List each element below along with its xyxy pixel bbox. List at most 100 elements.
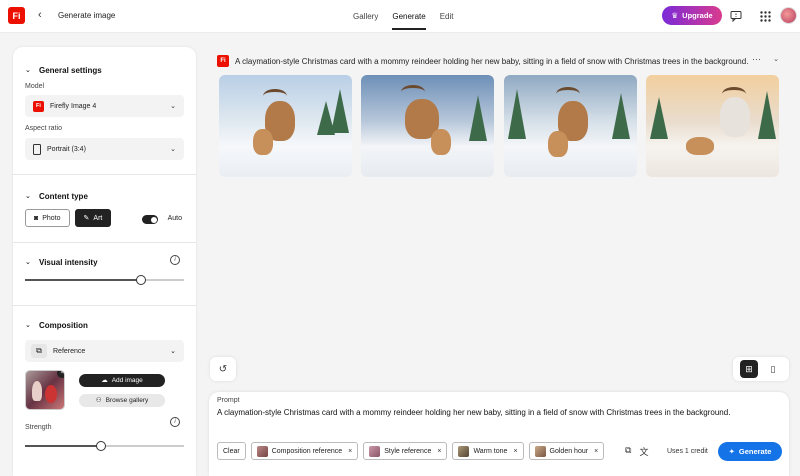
clear-button[interactable]: Clear xyxy=(217,442,246,460)
composition-heading: Composition xyxy=(39,320,88,330)
tab-edit[interactable]: Edit xyxy=(440,0,454,33)
avatar[interactable] xyxy=(780,7,797,24)
portrait-icon xyxy=(33,143,41,155)
gallery-icon: ⚇ xyxy=(95,397,102,404)
general-settings-section: ⌄ General settings Model Fi Firefly Imag… xyxy=(13,47,196,175)
more-options-icon[interactable]: ··· xyxy=(752,54,761,64)
info-icon[interactable]: i xyxy=(170,417,180,427)
reference-select[interactable]: ⧉ Reference ⌄ xyxy=(25,340,184,362)
chip-thumbnail xyxy=(369,445,381,457)
chevron-down-icon: ⌄ xyxy=(25,193,31,200)
chip-thumbnail xyxy=(256,445,268,457)
chip-label: Style reference xyxy=(384,447,432,455)
credits-info: Uses 1 credit xyxy=(667,448,708,455)
chevron-left-icon[interactable]: ‹ xyxy=(38,9,42,21)
firefly-model-icon: Fi xyxy=(33,100,44,112)
translate-icon[interactable]: 文 xyxy=(639,445,648,458)
generate-button[interactable]: ✦ Generate xyxy=(718,442,782,461)
firefly-logo[interactable]: Fi xyxy=(8,7,25,24)
model-value: Firefly Image 4 xyxy=(50,102,97,110)
upgrade-button[interactable]: ♛ Upgrade xyxy=(662,6,722,25)
auto-label: Auto xyxy=(167,215,182,222)
reference-label: Reference xyxy=(53,347,86,355)
prompt-chips: Clear Composition reference × Style refe… xyxy=(217,442,605,460)
generation-prompt-text: A claymation-style Christmas card with a… xyxy=(235,56,748,66)
chevron-down-icon: ⌄ xyxy=(25,67,31,74)
auto-toggle[interactable] xyxy=(142,215,158,224)
generation-prompt-header: Fi A claymation-style Christmas card wit… xyxy=(217,54,787,68)
firefly-logo: Fi xyxy=(217,55,229,67)
chip-label: Composition reference xyxy=(271,447,343,455)
tab-generate[interactable]: Generate xyxy=(392,0,427,33)
model-select[interactable]: Fi Firefly Image 4 ⌄ xyxy=(25,95,184,117)
slider-thumb[interactable] xyxy=(96,441,106,451)
chip-golden-hour[interactable]: Golden hour × xyxy=(528,442,605,460)
info-icon[interactable]: i xyxy=(170,255,180,265)
add-image-label: Add image xyxy=(111,376,143,384)
remove-reference-icon[interactable]: × xyxy=(57,371,64,378)
prompt-tools: ⧉ 文 xyxy=(625,445,648,458)
single-view-button[interactable]: ▯ xyxy=(764,360,782,378)
chevron-down-icon: ⌄ xyxy=(170,103,176,110)
sparkle-icon: ✦ xyxy=(728,447,735,456)
chip-label: Golden hour xyxy=(549,447,589,455)
content-type-heading: Content type xyxy=(39,191,88,201)
image-settings-icon[interactable]: ⧉ xyxy=(625,445,631,458)
chat-icon[interactable] xyxy=(729,9,743,23)
close-icon[interactable]: × xyxy=(594,448,598,455)
generate-label: Generate xyxy=(738,447,772,456)
generated-image-3[interactable] xyxy=(504,75,637,177)
chip-thumbnail xyxy=(534,445,546,457)
strength-label: Strength xyxy=(25,424,52,431)
aspect-ratio-select[interactable]: Portrait (3:4) ⌄ xyxy=(25,138,184,160)
aspect-ratio-label: Aspect ratio xyxy=(25,125,62,132)
clear-label: Clear xyxy=(223,447,240,455)
settings-panel: ⌄ General settings Model Fi Firefly Imag… xyxy=(13,47,196,476)
chevron-down-icon: ⌄ xyxy=(170,146,176,153)
generated-image-2[interactable] xyxy=(361,75,494,177)
content-type-header[interactable]: ⌄ Content type xyxy=(25,189,184,203)
apps-grid-icon[interactable] xyxy=(758,9,772,23)
add-image-button[interactable]: ☁ Add image xyxy=(79,373,165,387)
content-type-section: ⌄ Content type ◙ Photo ✎ Art Auto xyxy=(13,175,196,243)
slider-thumb[interactable] xyxy=(136,275,146,285)
chip-style-reference[interactable]: Style reference × xyxy=(363,442,448,460)
generated-image-4[interactable] xyxy=(646,75,779,177)
close-icon[interactable]: × xyxy=(437,448,441,455)
crown-icon: ♛ xyxy=(671,11,679,20)
history-button[interactable]: ↺ xyxy=(210,357,236,381)
chevron-down-icon[interactable]: ⌄ xyxy=(773,55,779,63)
upload-icon: ☁ xyxy=(101,377,108,384)
composition-reference-thumbnail[interactable]: × xyxy=(25,370,65,410)
chip-composition-reference[interactable]: Composition reference × xyxy=(250,442,359,460)
generated-image-1[interactable] xyxy=(219,75,352,177)
chip-thumbnail xyxy=(458,445,470,457)
reference-icon: ⧉ xyxy=(31,344,47,358)
view-toggle: ⊞ ▯ xyxy=(733,357,789,381)
prompt-input[interactable]: A claymation-style Christmas card with a… xyxy=(217,408,730,417)
general-settings-header[interactable]: ⌄ General settings xyxy=(25,63,184,77)
visual-intensity-header[interactable]: ⌄ Visual intensity xyxy=(25,255,184,269)
prompt-label: Prompt xyxy=(217,397,240,404)
composition-section: ⌄ Composition ⧉ Reference ⌄ × ☁ Add imag… xyxy=(13,306,196,476)
prompt-box: Prompt A claymation-style Christmas card… xyxy=(209,392,789,476)
grid-view-icon: ⊞ xyxy=(745,363,753,374)
chevron-down-icon: ⌄ xyxy=(25,259,31,266)
browse-gallery-button[interactable]: ⚇ Browse gallery xyxy=(79,393,165,407)
model-label: Model xyxy=(25,83,45,90)
page-title: Generate image xyxy=(58,11,116,20)
strength-slider[interactable] xyxy=(25,441,184,451)
top-bar: Fi ‹ Generate image Gallery Generate Edi… xyxy=(0,0,800,33)
general-settings-heading: General settings xyxy=(39,65,102,75)
tab-gallery[interactable]: Gallery xyxy=(353,0,378,33)
composition-header[interactable]: ⌄ Composition xyxy=(25,318,184,332)
history-icon: ↺ xyxy=(218,363,228,375)
aspect-ratio-value: Portrait (3:4) xyxy=(47,145,86,153)
chip-warm-tone[interactable]: Warm tone × xyxy=(452,442,524,460)
main-tabs: Gallery Generate Edit xyxy=(353,0,454,33)
close-icon[interactable]: × xyxy=(513,448,517,455)
close-icon[interactable]: × xyxy=(348,448,352,455)
browse-gallery-label: Browse gallery xyxy=(105,396,149,404)
grid-view-button[interactable]: ⊞ xyxy=(740,360,758,378)
visual-intensity-slider[interactable] xyxy=(25,275,184,285)
